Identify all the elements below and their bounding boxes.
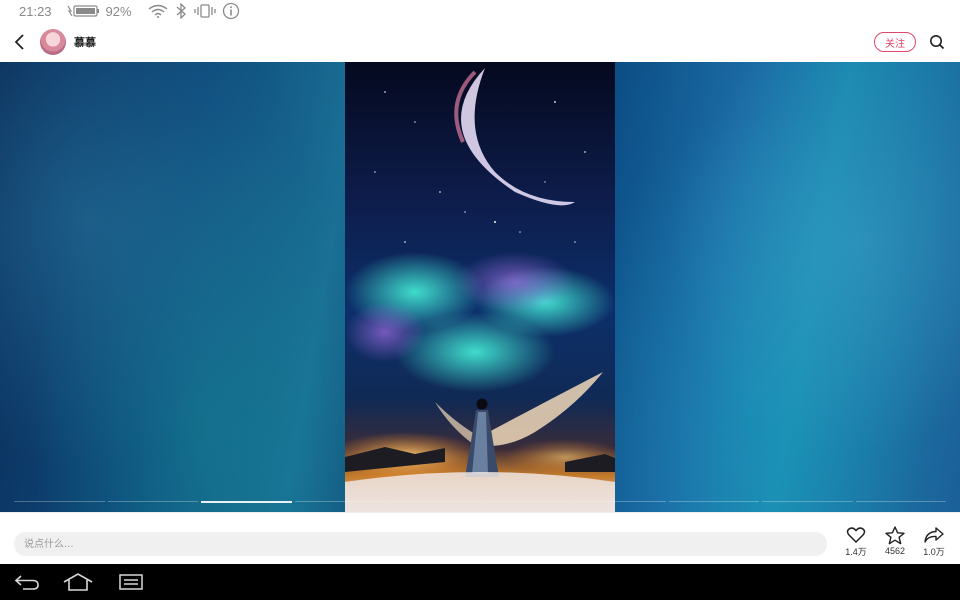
bottom-bar: 1.4万 4562 1.0万 <box>0 512 960 564</box>
favorite-count: 4562 <box>884 546 906 556</box>
share-count: 1.0万 <box>923 547 945 557</box>
chevron-left-icon <box>14 34 24 50</box>
share-button[interactable]: 1.0万 <box>919 526 949 558</box>
page-indicator <box>201 501 292 503</box>
comment-input[interactable] <box>14 532 827 556</box>
share-icon <box>924 527 944 543</box>
like-button[interactable]: 1.4万 <box>841 526 871 558</box>
page-indicator <box>388 501 479 502</box>
main-image[interactable] <box>345 62 615 512</box>
image-viewer[interactable] <box>0 62 960 512</box>
battery-percent: 92% <box>105 3 132 19</box>
username[interactable]: 慕慕 <box>74 34 96 50</box>
top-header: 慕慕 关注 <box>0 22 960 62</box>
star-icon <box>885 526 905 545</box>
nav-home-button[interactable] <box>61 570 95 594</box>
vibrate-icon <box>193 3 216 19</box>
nav-back-button[interactable] <box>10 570 44 594</box>
follow-button[interactable]: 关注 <box>874 32 916 52</box>
page-indicator <box>668 501 759 502</box>
like-count: 1.4万 <box>845 547 867 557</box>
charging-battery-icon <box>66 4 100 18</box>
avatar[interactable] <box>40 29 66 55</box>
search-button[interactable] <box>926 31 948 53</box>
page-indicators <box>14 501 946 503</box>
page-indicator <box>14 501 105 502</box>
nav-menu-button[interactable] <box>114 570 148 594</box>
menu-icon <box>119 574 143 590</box>
back-arrow-icon <box>14 575 39 590</box>
page-indicator <box>855 501 946 502</box>
home-icon <box>63 573 93 591</box>
info-icon <box>222 2 240 20</box>
search-icon <box>930 35 945 50</box>
wifi-icon <box>148 4 168 18</box>
page-indicator <box>107 501 198 502</box>
system-nav-bar <box>0 564 960 600</box>
page-indicator <box>481 501 572 502</box>
status-bar: 21:23 92% <box>0 0 960 22</box>
page-indicator <box>762 501 853 502</box>
bluetooth-icon <box>174 3 188 19</box>
heart-icon <box>846 527 866 544</box>
page-indicator <box>575 501 666 502</box>
favorite-button[interactable]: 4562 <box>880 526 910 556</box>
page-indicator <box>294 501 385 502</box>
status-time: 21:23 <box>19 3 52 19</box>
back-button[interactable] <box>0 22 40 62</box>
